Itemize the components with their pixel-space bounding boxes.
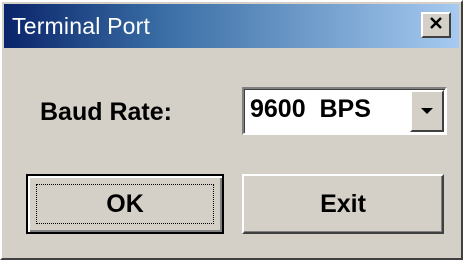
exit-button[interactable]: Exit	[242, 174, 444, 234]
exit-button-label: Exit	[320, 189, 366, 218]
baud-rate-value: 9600 BPS	[250, 95, 371, 123]
baud-rate-label: Baud Rate:	[40, 98, 172, 126]
ok-button[interactable]: OK	[26, 174, 224, 234]
close-button[interactable]	[421, 12, 451, 38]
baud-rate-dropdown-button[interactable]	[410, 90, 444, 132]
title-bar[interactable]: Terminal Port	[4, 4, 459, 48]
window-title: Terminal Port	[12, 12, 151, 39]
baud-rate-select[interactable]: 9600 BPS	[242, 87, 447, 135]
chevron-down-icon	[420, 102, 434, 120]
close-icon	[429, 16, 443, 34]
terminal-port-dialog: Terminal Port Baud Rate: 9600 BPS OK Exi…	[0, 0, 463, 260]
focus-rectangle	[36, 184, 214, 224]
